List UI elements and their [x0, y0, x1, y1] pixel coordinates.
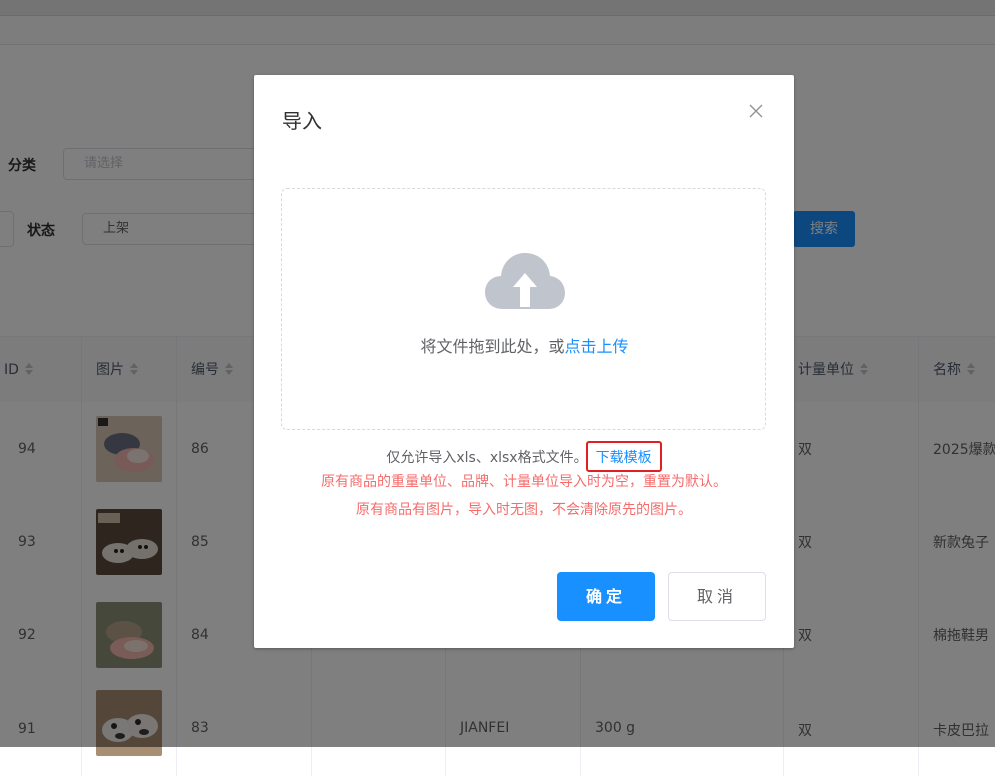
dropzone-text: 将文件拖到此处，或点击上传 [282, 333, 767, 357]
import-note-2: 原有商品有图片，导入时无图，不会清除原先的图片。 [356, 502, 692, 518]
close-icon[interactable] [748, 103, 764, 119]
import-dialog: 导入 将文件拖到此处，或点击上传 仅允许导入xls、xlsx格式文件。 下载模板 … [254, 75, 794, 648]
cloud-upload-icon [485, 253, 565, 309]
click-upload-link[interactable]: 点击上传 [565, 337, 629, 356]
confirm-button[interactable]: 确定 [557, 572, 655, 621]
download-template-link[interactable]: 下载模板 [585, 441, 662, 472]
dialog-title: 导入 [282, 109, 322, 133]
upload-dropzone[interactable]: 将文件拖到此处，或点击上传 [281, 188, 766, 430]
cancel-button[interactable]: 取消 [668, 572, 766, 621]
import-note-1: 原有商品的重量单位、品牌、计量单位导入时为空，重置为默认。 [321, 474, 727, 490]
upload-tip: 仅允许导入xls、xlsx格式文件。 下载模板 [254, 441, 794, 472]
allowed-format-text: 仅允许导入xls、xlsx格式文件。 [386, 450, 588, 466]
drag-text: 将文件拖到此处，或 [420, 337, 565, 356]
